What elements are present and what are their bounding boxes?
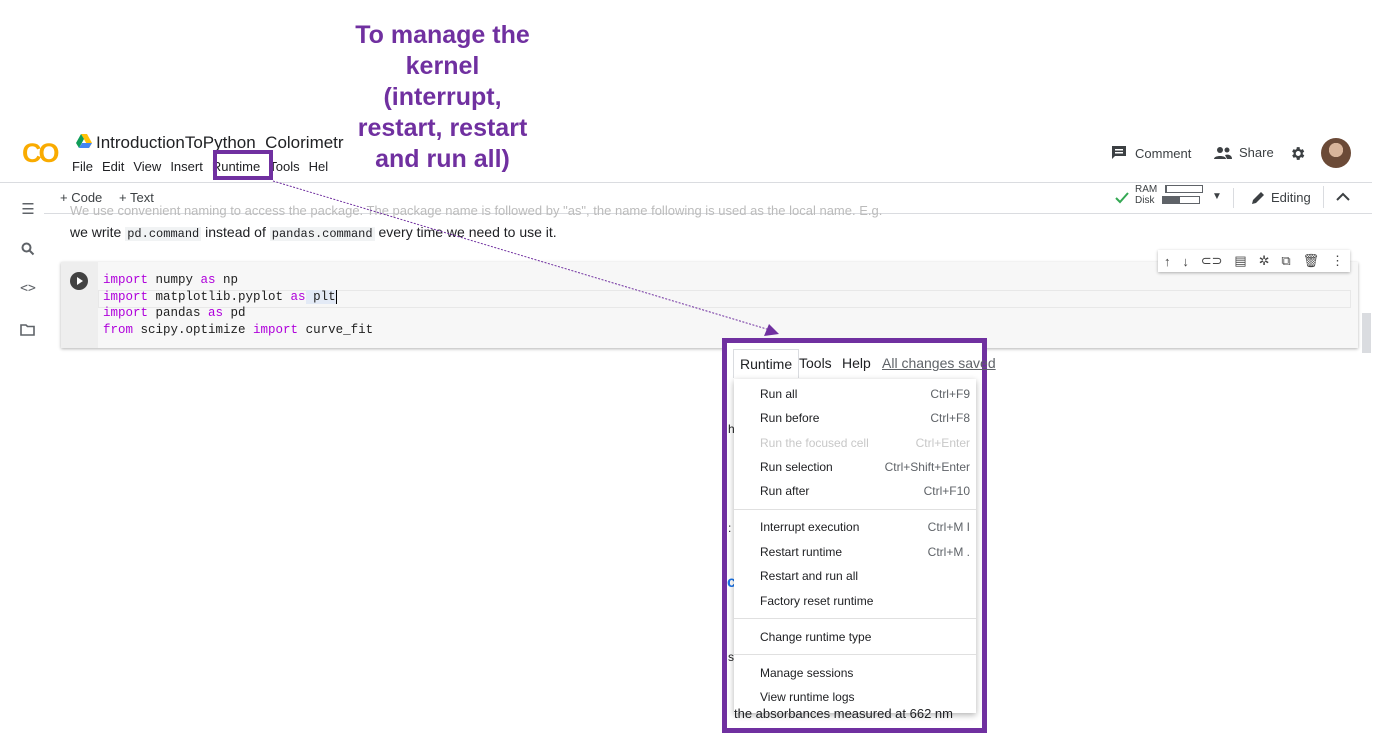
more-vert-icon[interactable]: ⋮ — [1331, 253, 1344, 269]
menu-item-restart-and-run-all[interactable]: Restart and run all — [760, 569, 970, 589]
annotation-line: (interrupt, — [383, 83, 502, 111]
menu-separator — [734, 654, 976, 655]
move-down-icon[interactable]: ↓ — [1182, 254, 1189, 269]
menu-item-run-focused-cell: Run the focused cell Ctrl+Enter — [760, 436, 970, 450]
menu-bar: File Edit View Insert Runtime Tools Hel — [72, 159, 343, 174]
text-fragment: every time we need to use it. — [374, 224, 557, 240]
menu-help[interactable]: Hel — [309, 159, 329, 174]
menu-item-run-selection[interactable]: Run selection Ctrl+Shift+Enter — [760, 460, 970, 480]
colab-logo[interactable]: CO — [22, 138, 59, 169]
settings-icon[interactable]: ✲ — [1259, 253, 1270, 269]
runtime-dropdown-menu: Run all Ctrl+F9 Run before Ctrl+F8 Run the… — [734, 379, 976, 713]
menu-runtime-tab[interactable]: Runtime — [733, 349, 800, 378]
text-fragment: instead of — [201, 224, 270, 240]
background-text-fragment: the absorbances measured at 662 nm — [734, 706, 953, 721]
menu-item-factory-reset[interactable]: Factory reset runtime — [760, 594, 970, 614]
move-up-icon[interactable]: ↑ — [1164, 254, 1171, 269]
text-cell-cropped-line: We use convenient naming to access the p… — [70, 203, 883, 218]
people-icon — [1214, 146, 1232, 159]
background-text-fragment: : — [728, 521, 732, 535]
text-cell-line: we write pd.command instead of pandas.co… — [70, 224, 557, 241]
annotation-line: To manage the — [355, 21, 530, 49]
delete-icon[interactable]: 🗑 — [1303, 253, 1320, 269]
editing-mode-button[interactable]: Editing — [1251, 190, 1311, 205]
runtime-highlight-box — [213, 150, 273, 180]
search-icon[interactable] — [21, 242, 35, 256]
menu-item-restart-runtime[interactable]: Restart runtime Ctrl+M . — [760, 545, 970, 565]
code-editor[interactable]: import numpy as np import matplotlib.pypl… — [103, 272, 373, 338]
resource-monitor[interactable]: RAM Disk — [1135, 184, 1204, 206]
save-status[interactable]: All changes saved — [882, 355, 996, 371]
code-line: import matplotlib.pyplot as plt — [103, 289, 337, 304]
pencil-icon — [1252, 191, 1264, 204]
text-fragment: we write — [70, 224, 126, 240]
annotation-arrow — [272, 180, 779, 336]
avatar[interactable] — [1321, 138, 1351, 168]
ram-bar — [1165, 185, 1204, 194]
menu-item-run-after[interactable]: Run after Ctrl+F10 — [760, 484, 970, 504]
menu-separator — [734, 618, 976, 619]
divider — [1323, 186, 1324, 208]
annotation-line: kernel — [405, 52, 480, 80]
menu-item-manage-sessions[interactable]: Manage sessions — [760, 666, 970, 686]
code-snippets-icon[interactable]: <> — [19, 281, 37, 299]
comment-icon[interactable]: ▤ — [1234, 253, 1246, 269]
chevron-down-icon[interactable]: ▼ — [1212, 191, 1222, 202]
scrollbar[interactable] — [1362, 313, 1371, 353]
annotation-line: and run all) — [375, 145, 510, 173]
menu-view[interactable]: View — [133, 159, 161, 174]
comment-icon — [1112, 146, 1126, 159]
menu-file[interactable]: File — [72, 159, 93, 174]
divider — [1233, 188, 1234, 208]
chevron-up-icon[interactable] — [1336, 192, 1350, 202]
code-line: import numpy as np — [103, 273, 239, 287]
link-icon[interactable]: ⊂⊃ — [1201, 253, 1223, 269]
menu-separator — [734, 509, 976, 510]
inline-code: pd.command — [125, 227, 202, 241]
menu-edit[interactable]: Edit — [102, 159, 124, 174]
run-cell-button[interactable] — [70, 272, 88, 290]
inline-code: pandas.command — [269, 227, 375, 241]
folder-icon[interactable] — [20, 324, 35, 336]
annotation-callout: To manage the kernel (interrupt, restart… — [330, 20, 555, 175]
menu-item-run-before[interactable]: Run before Ctrl+F8 — [760, 411, 970, 431]
menu-item-interrupt-execution[interactable]: Interrupt execution Ctrl+M I — [760, 520, 970, 540]
ram-label: RAM — [1135, 184, 1158, 195]
table-of-contents-icon[interactable]: ☰ — [19, 200, 37, 218]
comment-label: Comment — [1135, 145, 1192, 161]
annotation-line: restart, restart — [357, 114, 528, 142]
comment-button[interactable]: Comment — [1111, 145, 1191, 161]
mirror-cell-icon[interactable]: ⧉ — [1281, 253, 1290, 269]
menu-item-change-runtime-type[interactable]: Change runtime type — [760, 630, 970, 650]
share-button[interactable]: Share — [1214, 145, 1274, 160]
divider — [0, 182, 1372, 183]
drive-icon[interactable] — [76, 134, 92, 148]
check-icon — [1115, 192, 1129, 204]
menu-zoom-menubar: Runtime Tools Help All changes saved — [727, 343, 996, 380]
editing-label: Editing — [1271, 190, 1311, 205]
share-label: Share — [1239, 145, 1274, 160]
disk-label: Disk — [1135, 195, 1155, 206]
cell-toolbar: ↑ ↓ ⊂⊃ ▤ ✲ ⧉ 🗑 ⋮ — [1158, 250, 1350, 272]
menu-item-run-all[interactable]: Run all Ctrl+F9 — [760, 387, 970, 407]
disk-bar — [1162, 196, 1201, 205]
code-line: from scipy.optimize import curve_fit — [103, 322, 374, 337]
menu-insert[interactable]: Insert — [170, 159, 203, 174]
menu-help-tab[interactable]: Help — [842, 355, 871, 371]
menu-tools[interactable]: Tools — [269, 159, 299, 174]
code-line: import pandas as pd — [103, 306, 246, 320]
menu-tools-tab[interactable]: Tools — [799, 355, 832, 371]
gear-icon[interactable] — [1289, 145, 1306, 162]
